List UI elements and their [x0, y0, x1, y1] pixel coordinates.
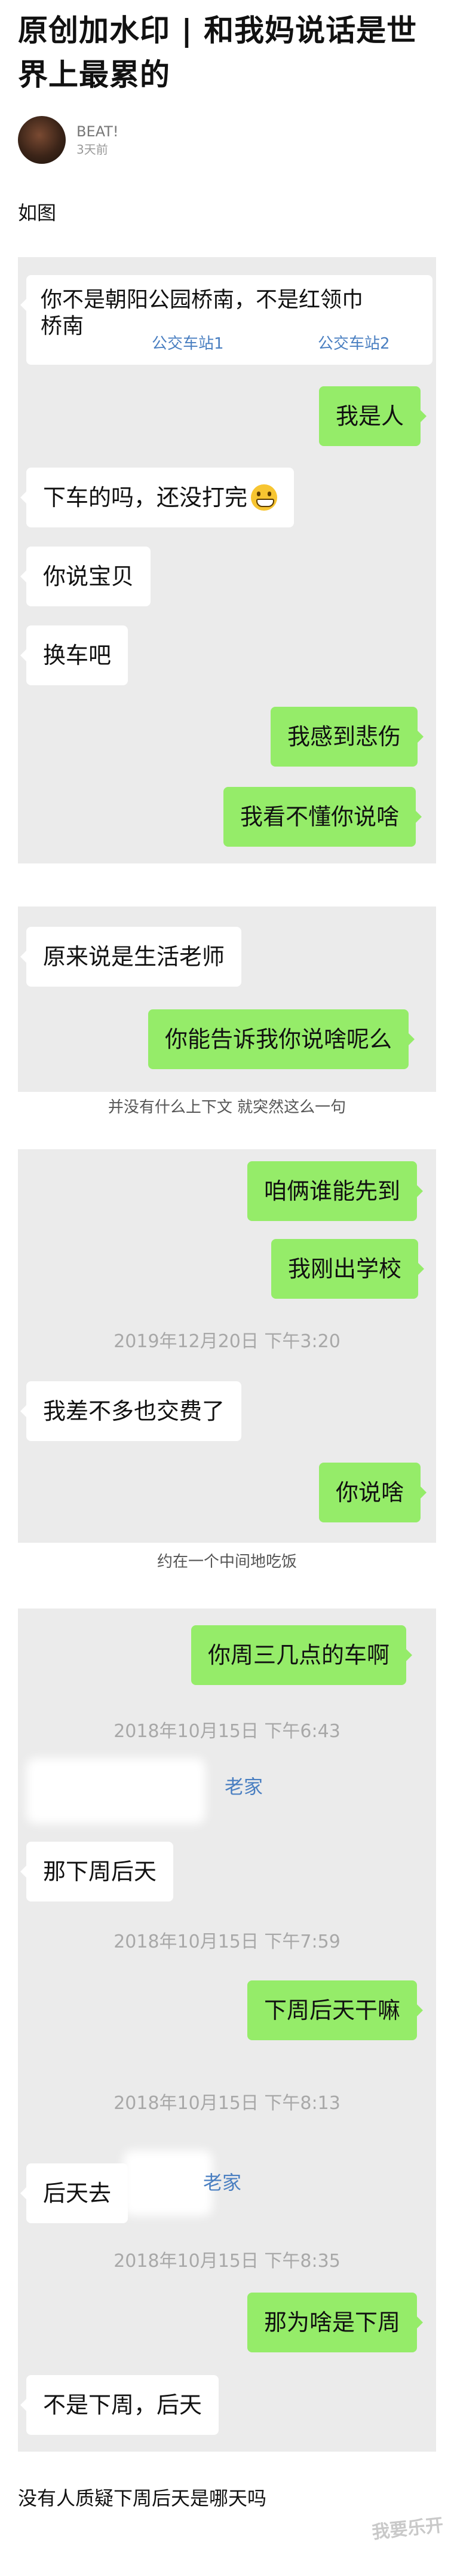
hometown-link[interactable]: 老家 [203, 2169, 241, 2196]
chat-bubble-right: 你周三几点的车啊 [191, 1625, 413, 1685]
chat-bubble-right: 咱俩谁能先到 [247, 1161, 424, 1221]
chat-bubble-left: 换车吧 [20, 625, 128, 685]
chat-screenshot-4: 你周三几点的车啊 2018年10月15日 下午6:43 老家 那下周后天 201… [18, 1609, 436, 2452]
article-page: 原创加水印 | 和我妈说话是世 界上最累的 BEAT! 3天前 如图 你不是朝阳… [0, 0, 454, 2545]
post-time: 3天前 [76, 142, 108, 157]
chat-bubble-left: 后天去 [20, 2163, 128, 2223]
article-title-line2: 界上最累的 [18, 57, 170, 92]
chat-screenshot-3: 咱俩谁能先到 我刚出学校 2019年12月20日 下午3:20 我差不多也交费了… [18, 1149, 436, 1543]
image-caption: 约在一个中间地吃饭 [157, 1553, 297, 1571]
chat-bubble-left: 那下周后天 [20, 1842, 174, 1902]
chat-timestamp: 2019年12月20日 下午3:20 [114, 1331, 340, 1352]
bubble-text: 下车的吗，还没打完 [43, 484, 248, 511]
bus-stop-link-2[interactable]: 公交车站2 [318, 334, 390, 354]
chat-bubble-left: 你说宝贝 [20, 547, 151, 606]
avatar[interactable] [18, 116, 66, 164]
chat-bubble-right: 我是人 [319, 386, 427, 446]
chat-bubble-right: 我看不懂你说啥 [223, 787, 422, 847]
chat-bubble-right: 你能告诉我你说啥呢么 [148, 1009, 415, 1069]
grinning-emoji-icon [251, 484, 278, 511]
chat-timestamp: 2018年10月15日 下午8:35 [114, 2251, 340, 2272]
blurred-region [123, 2150, 213, 2216]
chat-bubble-left: 你不是朝阳公园桥南，不是红领巾 桥南 公交车站1 公交车站2 [20, 275, 432, 365]
chat-timestamp: 2018年10月15日 下午6:43 [114, 1721, 340, 1742]
hometown-link[interactable]: 老家 [225, 1774, 263, 1800]
closing-text: 没有人质疑下周后天是哪天吗 [18, 2487, 267, 2510]
chat-bubble-right: 你说啥 [319, 1463, 427, 1522]
chat-bubble-left: 下车的吗，还没打完 [20, 468, 295, 527]
image-caption: 并没有什么上下文 就突然这么一句 [108, 1098, 346, 1116]
chat-screenshot-2: 原来说是生活老师 你能告诉我你说啥呢么 [18, 907, 436, 1092]
article-title: 原创加水印 | 和我妈说话是世 界上最累的 [0, 0, 454, 97]
intro-text: 如图 [18, 202, 57, 224]
blurred-region [26, 1758, 205, 1824]
author-row[interactable]: BEAT! 3天前 [0, 97, 454, 164]
chat-bubble-left: 原来说是生活老师 [20, 927, 242, 987]
bus-stop-link-1[interactable]: 公交车站1 [152, 334, 224, 354]
chat-bubble-left: 不是下周，后天 [20, 2375, 219, 2435]
chat-bubble-right: 我刚出学校 [271, 1239, 425, 1299]
chat-bubble-right: 那为啥是下周 [247, 2293, 424, 2352]
article-title-line1: 原创加水印 | 和我妈说话是世 [18, 13, 418, 48]
chat-timestamp: 2018年10月15日 下午8:13 [114, 2093, 340, 2114]
chat-timestamp: 2018年10月15日 下午7:59 [114, 1931, 340, 1952]
author-meta: BEAT! 3天前 [76, 122, 118, 158]
author-name[interactable]: BEAT! [76, 122, 118, 141]
bubble-text: 你不是朝阳公园桥南，不是红领巾 [41, 288, 364, 312]
chat-screenshot-1: 你不是朝阳公园桥南，不是红领巾 桥南 公交车站1 公交车站2 我是人 下车的吗，… [18, 257, 436, 863]
chat-bubble-right: 下周后天干嘛 [247, 1980, 424, 2040]
chat-bubble-right: 我感到悲伤 [271, 707, 424, 767]
chat-bubble-left: 我差不多也交费了 [20, 1381, 242, 1441]
